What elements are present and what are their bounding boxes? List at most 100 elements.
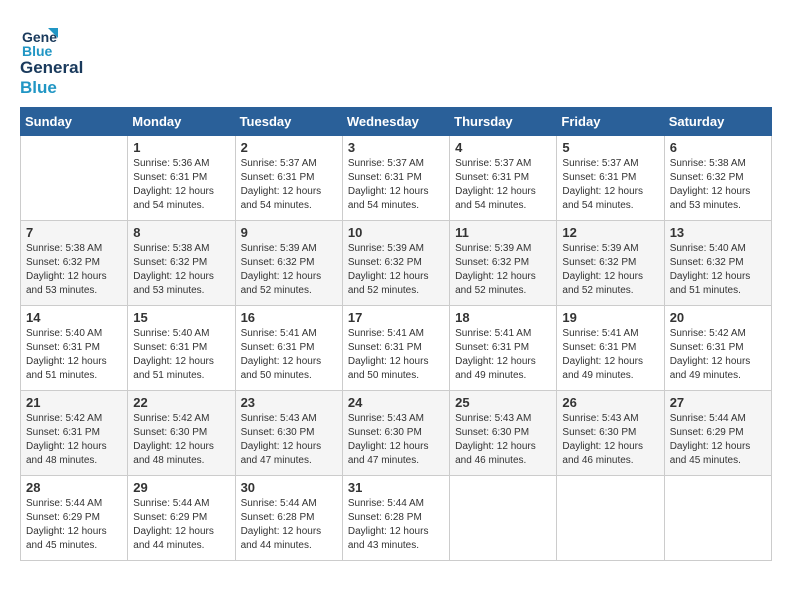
calendar-cell — [557, 476, 664, 561]
logo-icon: General Blue — [20, 20, 58, 58]
day-number: 15 — [133, 310, 229, 325]
day-info: Sunrise: 5:41 AMSunset: 6:31 PMDaylight:… — [562, 327, 658, 383]
day-info: Sunrise: 5:42 AMSunset: 6:30 PMDaylight:… — [133, 412, 229, 468]
day-number: 17 — [348, 310, 444, 325]
column-header-tuesday: Tuesday — [235, 108, 342, 136]
calendar-table: SundayMondayTuesdayWednesdayThursdayFrid… — [20, 107, 772, 561]
day-info: Sunrise: 5:38 AMSunset: 6:32 PMDaylight:… — [133, 242, 229, 298]
day-number: 25 — [455, 395, 551, 410]
calendar-cell — [450, 476, 557, 561]
day-info: Sunrise: 5:37 AMSunset: 6:31 PMDaylight:… — [241, 157, 337, 213]
calendar-cell: 3Sunrise: 5:37 AMSunset: 6:31 PMDaylight… — [342, 136, 449, 221]
calendar-cell: 16 Sunrise: 5:41 AMSunset: 6:31 PMDayligh… — [235, 306, 342, 391]
calendar-cell: 17 Sunrise: 5:41 AMSunset: 6:31 PMDayligh… — [342, 306, 449, 391]
day-info: Sunrise: 5:41 AMSunset: 6:31 PMDaylight:… — [455, 327, 551, 383]
svg-text:Blue: Blue — [22, 43, 53, 58]
calendar-cell: 1 Sunrise: 5:36 AMSunset: 6:31 PMDaylight… — [128, 136, 235, 221]
day-info: Sunrise: 5:44 AMSunset: 6:29 PMDaylight:… — [133, 497, 229, 553]
calendar-cell: 31Sunrise: 5:44 AMSunset: 6:28 PMDayligh… — [342, 476, 449, 561]
calendar-cell: 29 Sunrise: 5:44 AMSunset: 6:29 PMDayligh… — [128, 476, 235, 561]
day-number: 20 — [670, 310, 766, 325]
calendar-week-row: 1 Sunrise: 5:36 AMSunset: 6:31 PMDaylight… — [21, 136, 772, 221]
calendar-cell: 10 Sunrise: 5:39 AMSunset: 6:32 PMDayligh… — [342, 221, 449, 306]
day-info: Sunrise: 5:43 AMSunset: 6:30 PMDaylight:… — [455, 412, 551, 468]
calendar-cell: 18Sunrise: 5:41 AMSunset: 6:31 PMDayligh… — [450, 306, 557, 391]
day-info: Sunrise: 5:39 AMSunset: 6:32 PMDaylight:… — [241, 242, 337, 298]
column-header-friday: Friday — [557, 108, 664, 136]
page-header: General Blue General Blue — [20, 20, 772, 97]
calendar-cell: 23 Sunrise: 5:43 AMSunset: 6:30 PMDayligh… — [235, 391, 342, 476]
day-number: 22 — [133, 395, 229, 410]
day-number: 5 — [562, 140, 658, 155]
day-number: 1 — [133, 140, 229, 155]
calendar-cell: 22 Sunrise: 5:42 AMSunset: 6:30 PMDayligh… — [128, 391, 235, 476]
day-info: Sunrise: 5:41 AMSunset: 6:31 PMDaylight:… — [241, 327, 337, 383]
logo-line2: Blue — [20, 78, 83, 98]
column-header-thursday: Thursday — [450, 108, 557, 136]
day-info: Sunrise: 5:39 AMSunset: 6:32 PMDaylight:… — [455, 242, 551, 298]
calendar-week-row: 7 Sunrise: 5:38 AMSunset: 6:32 PMDaylight… — [21, 221, 772, 306]
day-number: 16 — [241, 310, 337, 325]
day-number: 8 — [133, 225, 229, 240]
calendar-cell: 24 Sunrise: 5:43 AMSunset: 6:30 PMDayligh… — [342, 391, 449, 476]
day-number: 23 — [241, 395, 337, 410]
day-number: 12 — [562, 225, 658, 240]
day-info: Sunrise: 5:37 AMSunset: 6:31 PMDaylight:… — [348, 157, 444, 213]
day-info: Sunrise: 5:42 AMSunset: 6:31 PMDaylight:… — [670, 327, 766, 383]
day-info: Sunrise: 5:38 AMSunset: 6:32 PMDaylight:… — [26, 242, 122, 298]
day-info: Sunrise: 5:44 AMSunset: 6:28 PMDaylight:… — [241, 497, 337, 553]
day-number: 11 — [455, 225, 551, 240]
day-number: 4 — [455, 140, 551, 155]
column-header-wednesday: Wednesday — [342, 108, 449, 136]
calendar-cell: 28Sunrise: 5:44 AMSunset: 6:29 PMDayligh… — [21, 476, 128, 561]
calendar-week-row: 14 Sunrise: 5:40 AMSunset: 6:31 PMDayligh… — [21, 306, 772, 391]
day-number: 6 — [670, 140, 766, 155]
day-info: Sunrise: 5:39 AMSunset: 6:32 PMDaylight:… — [562, 242, 658, 298]
day-number: 31 — [348, 480, 444, 495]
calendar-cell: 26Sunrise: 5:43 AMSunset: 6:30 PMDayligh… — [557, 391, 664, 476]
day-number: 26 — [562, 395, 658, 410]
calendar-cell — [21, 136, 128, 221]
column-header-sunday: Sunday — [21, 108, 128, 136]
calendar-week-row: 28 Sunrise: 5:44 AMSunset: 6:29 PMDayligh… — [21, 476, 772, 561]
column-header-saturday: Saturday — [664, 108, 771, 136]
calendar-cell: 5 Sunrise: 5:37 AMSunset: 6:31 PMDaylight… — [557, 136, 664, 221]
calendar-week-row: 21 Sunrise: 5:42 AMSunset: 6:31 PMDayligh… — [21, 391, 772, 476]
logo: General Blue General Blue — [20, 20, 83, 97]
day-number: 29 — [133, 480, 229, 495]
day-info: Sunrise: 5:41 AMSunset: 6:31 PMDaylight:… — [348, 327, 444, 383]
day-number: 28 — [26, 480, 122, 495]
calendar-cell: 2 Sunrise: 5:37 AMSunset: 6:31 PMDaylight… — [235, 136, 342, 221]
calendar-cell: 21 Sunrise: 5:42 AMSunset: 6:31 PMDayligh… — [21, 391, 128, 476]
day-info: Sunrise: 5:43 AMSunset: 6:30 PMDaylight:… — [348, 412, 444, 468]
day-number: 30 — [241, 480, 337, 495]
calendar-cell: 13 Sunrise: 5:40 AMSunset: 6:32 PMDayligh… — [664, 221, 771, 306]
calendar-cell: 4 Sunrise: 5:37 AMSunset: 6:31 PMDaylight… — [450, 136, 557, 221]
calendar-cell: 12 Sunrise: 5:39 AMSunset: 6:32 PMDayligh… — [557, 221, 664, 306]
calendar-cell: 6 Sunrise: 5:38 AMSunset: 6:32 PMDaylight… — [664, 136, 771, 221]
day-info: Sunrise: 5:37 AMSunset: 6:31 PMDaylight:… — [562, 157, 658, 213]
day-number: 13 — [670, 225, 766, 240]
day-number: 7 — [26, 225, 122, 240]
day-info: Sunrise: 5:39 AMSunset: 6:32 PMDaylight:… — [348, 242, 444, 298]
calendar-cell — [664, 476, 771, 561]
day-number: 2 — [241, 140, 337, 155]
day-number: 14 — [26, 310, 122, 325]
logo-line1: General — [20, 58, 83, 78]
day-number: 19 — [562, 310, 658, 325]
day-number: 21 — [26, 395, 122, 410]
day-info: Sunrise: 5:42 AMSunset: 6:31 PMDaylight:… — [26, 412, 122, 468]
calendar-cell: 7 Sunrise: 5:38 AMSunset: 6:32 PMDaylight… — [21, 221, 128, 306]
day-info: Sunrise: 5:43 AMSunset: 6:30 PMDaylight:… — [241, 412, 337, 468]
day-number: 10 — [348, 225, 444, 240]
day-info: Sunrise: 5:40 AMSunset: 6:31 PMDaylight:… — [133, 327, 229, 383]
calendar-cell: 14Sunrise: 5:40 AMSunset: 6:31 PMDayligh… — [21, 306, 128, 391]
day-info: Sunrise: 5:37 AMSunset: 6:31 PMDaylight:… — [455, 157, 551, 213]
day-number: 24 — [348, 395, 444, 410]
day-info: Sunrise: 5:38 AMSunset: 6:32 PMDaylight:… — [670, 157, 766, 213]
calendar-cell: 8 Sunrise: 5:38 AMSunset: 6:32 PMDaylight… — [128, 221, 235, 306]
day-info: Sunrise: 5:36 AMSunset: 6:31 PMDaylight:… — [133, 157, 229, 213]
calendar-cell: 25 Sunrise: 5:43 AMSunset: 6:30 PMDayligh… — [450, 391, 557, 476]
calendar-cell: 11 Sunrise: 5:39 AMSunset: 6:32 PMDayligh… — [450, 221, 557, 306]
day-info: Sunrise: 5:40 AMSunset: 6:32 PMDaylight:… — [670, 242, 766, 298]
